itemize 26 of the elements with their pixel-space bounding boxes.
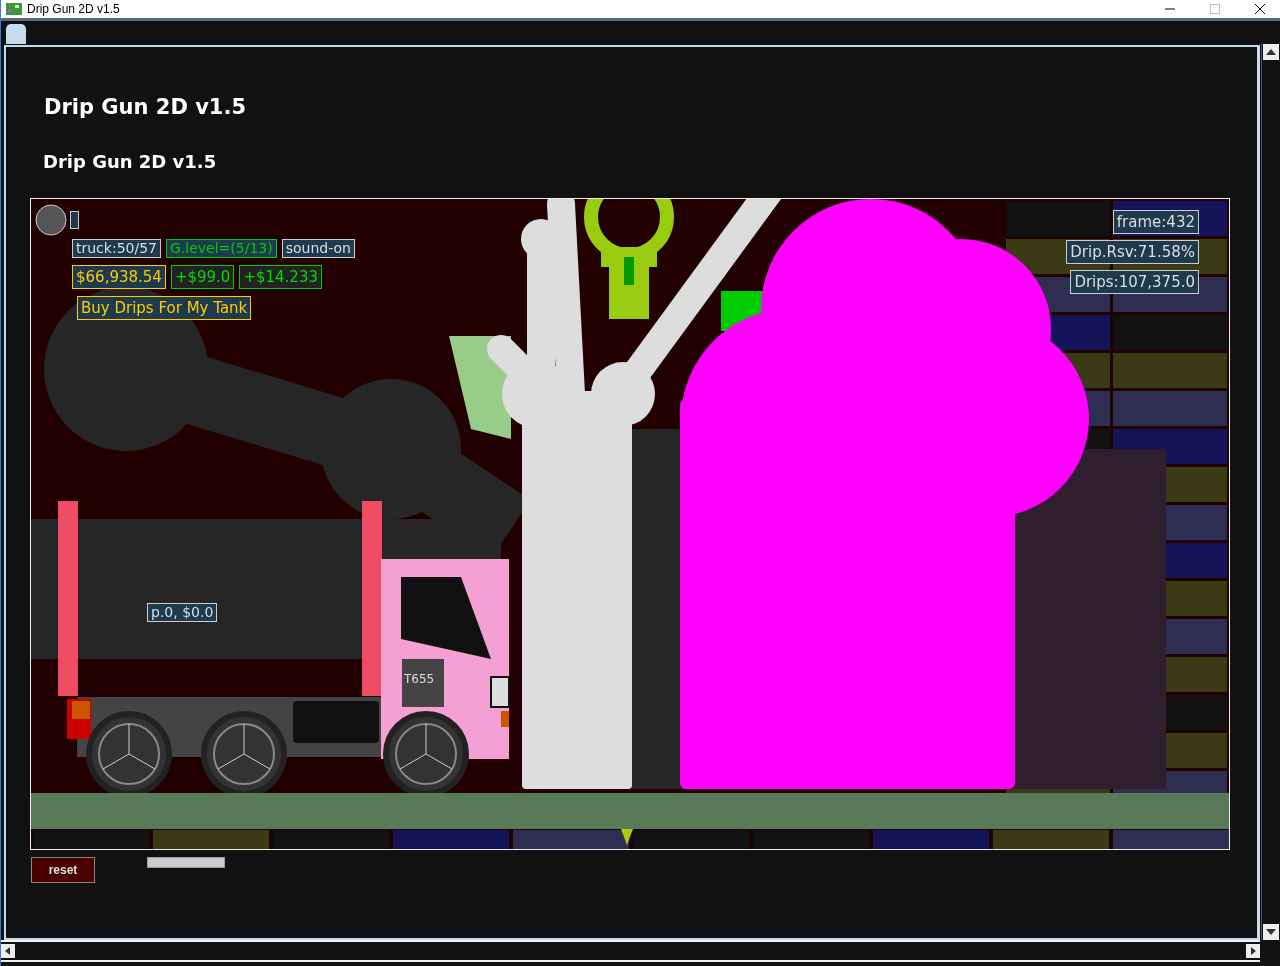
drips-counter: Drips:107,375.0 [1070,270,1199,294]
scroll-right-icon[interactable] [1246,944,1260,958]
reserve-display: Drip.Rsv:71.58% [1066,240,1199,264]
scroll-down-icon[interactable] [1263,924,1279,940]
income-display: +$99.0 [170,265,235,289]
close-icon[interactable] [1254,3,1266,15]
circle-icon[interactable] [35,204,67,236]
window-title: Drip Gun 2D v1.5 [27,2,120,16]
reset-button[interactable]: reset [31,857,95,883]
scroll-left-icon[interactable] [1,944,15,958]
income-display: +$14.233 [239,265,322,289]
page-subheading: Drip Gun 2D v1.5 [43,151,218,172]
buy-drips-button[interactable]: Buy Drips For My Tank [77,296,252,320]
sound-toggle[interactable]: sound-on [281,239,355,258]
truck-plate: T655 [404,672,435,686]
scroll-up-icon[interactable] [1263,44,1279,60]
truck-counter: truck:50/57 [72,239,161,258]
player-label: p.0, $0.0 [147,603,218,622]
game-canvas[interactable]: T655 truck:50/57 G.level=(5/13) sound-on $66,938.54 +$99.0 +$14.233 Buy Drips For My Tank frame:432 Drip.Rsv:71.58% Drips:107,375.0 p.0, $0.0 [30,198,1230,850]
level-counter: G.level=(5/13) [166,239,277,258]
small-indicator [70,211,79,229]
frame-counter: frame:432 [1112,210,1199,234]
page-heading: Drip Gun 2D v1.5 [44,95,248,119]
tab[interactable] [6,24,26,44]
app-icon [6,3,22,15]
money-display: $66,938.54 [72,265,166,289]
